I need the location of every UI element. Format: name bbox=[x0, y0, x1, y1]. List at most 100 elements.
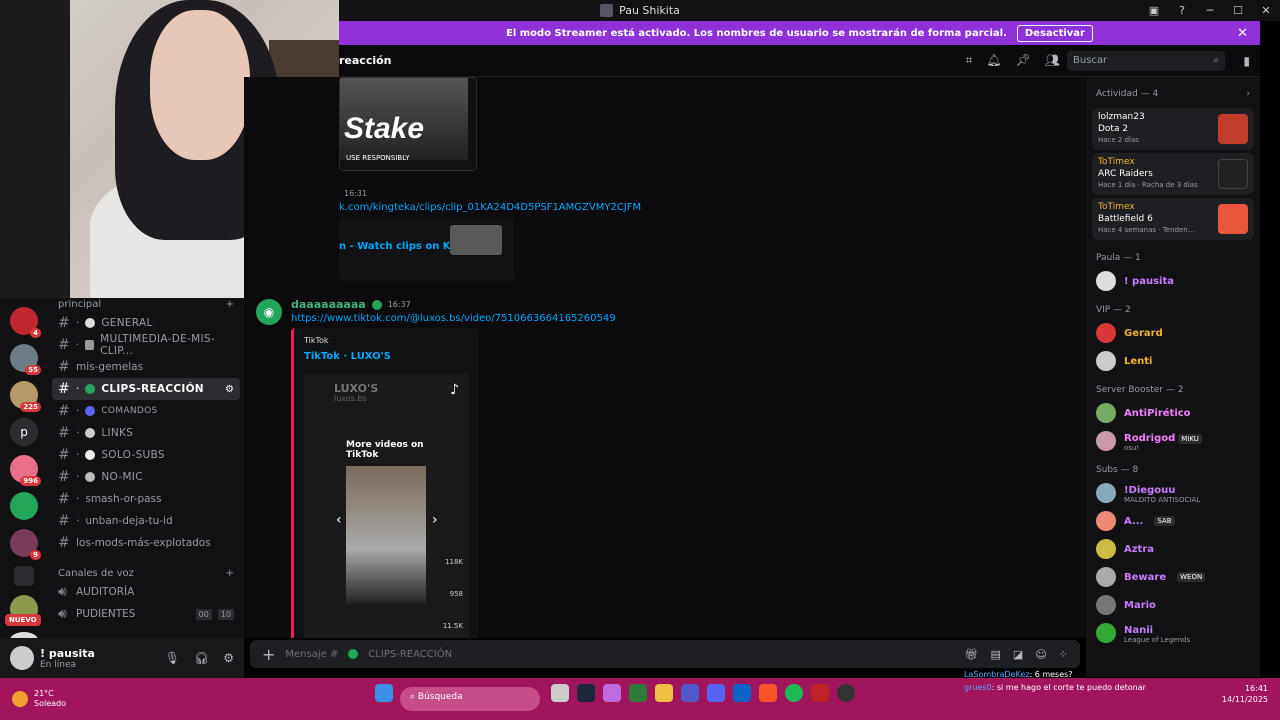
member-item[interactable]: ! pausita bbox=[1086, 267, 1260, 295]
embed-title[interactable]: TikTok · LUXO'S bbox=[304, 351, 391, 362]
headphones-icon[interactable]: 🎧︎ bbox=[194, 651, 209, 665]
thumbnail[interactable] bbox=[450, 225, 502, 255]
close-icon[interactable]: ✕ bbox=[1237, 26, 1248, 41]
message-input[interactable]: + Mensaje # CLIPS-REACCIÓN 🎁︎ ▤ ◪ ☺ ⁘ bbox=[250, 640, 1080, 668]
pin-icon[interactable]: 📌︎ bbox=[1016, 53, 1031, 68]
close-window-button[interactable]: ✕ bbox=[1252, 4, 1280, 17]
avatar[interactable] bbox=[10, 646, 34, 670]
server-icon[interactable]: 9 bbox=[10, 529, 41, 560]
discord-icon[interactable] bbox=[707, 684, 725, 702]
inbox-icon[interactable]: ▮ bbox=[1243, 54, 1250, 68]
member-item[interactable]: AntiPirético bbox=[1086, 399, 1260, 427]
voice-channel-auditoria[interactable]: 🔊︎ AUDITORÍA bbox=[52, 581, 240, 603]
server-letter-icon[interactable]: p bbox=[10, 418, 38, 446]
channel-no-mic[interactable]: # · NO-MIC bbox=[52, 466, 240, 488]
server-icon[interactable]: 996 bbox=[10, 455, 41, 486]
channel-mis-gemelas[interactable]: # mis-gemelas bbox=[52, 356, 240, 378]
member-item[interactable]: Gerard bbox=[1086, 319, 1260, 347]
channel-title: reacción bbox=[339, 54, 392, 67]
plus-icon[interactable]: + bbox=[262, 645, 275, 664]
prev-arrow-icon[interactable]: ‹ bbox=[336, 512, 342, 528]
spotify-icon[interactable] bbox=[785, 684, 803, 702]
weather-widget[interactable]: 21°C Soleado bbox=[12, 689, 66, 709]
channel-multimedia[interactable]: # · MULTIMEDIA-DE-MIS-CLIP... bbox=[52, 333, 240, 357]
channel-clips-reaccion[interactable]: # · CLIPS-REACCIÓN ⚙ bbox=[52, 378, 240, 400]
server-icon[interactable]: 225 bbox=[10, 381, 41, 412]
channel-unban[interactable]: # · unban-deja-tu-id bbox=[52, 510, 240, 532]
obs-icon[interactable] bbox=[811, 684, 829, 702]
server-list: 4 55 225 p 996 9 17 NUEVO bbox=[0, 298, 48, 648]
activity-card[interactable]: ToTimex ARC Raiders Hace 1 día · Racha d… bbox=[1092, 153, 1254, 195]
member-item[interactable]: Beware WEON bbox=[1086, 563, 1260, 591]
record-icon[interactable] bbox=[837, 684, 855, 702]
app-icon bbox=[600, 4, 614, 17]
activity-card[interactable]: ToTimex Battlefield 6 Hace 4 semanas · T… bbox=[1092, 198, 1254, 240]
member-item[interactable]: Aztra bbox=[1086, 535, 1260, 563]
voice-channel-pudientes[interactable]: 🔊︎ PUDIENTES 00 10 bbox=[52, 603, 240, 625]
steam-icon[interactable] bbox=[577, 684, 595, 702]
member-item[interactable]: Lenti bbox=[1086, 347, 1260, 375]
channel-header: reacción ⌗ 🔔︎ 📌︎ 👥︎ Buscar ⌕ ▮ bbox=[339, 45, 1260, 77]
tiktok-embed: TikTok TikTok · LUXO'S LUXO'S luxos.bs ♪… bbox=[291, 328, 478, 638]
member-item[interactable]: Nanii League of Legends bbox=[1086, 619, 1260, 647]
search-input[interactable]: Buscar ⌕ bbox=[1067, 51, 1225, 71]
gear-icon[interactable]: ⚙ bbox=[223, 651, 234, 665]
next-arrow-icon[interactable]: › bbox=[432, 512, 438, 528]
kick-embed[interactable]: n - Watch clips on Kick bbox=[339, 217, 514, 281]
category-voice[interactable]: Canales de voz + bbox=[48, 566, 244, 581]
minecraft-icon[interactable] bbox=[629, 684, 647, 702]
channel-smash-or-pass[interactable]: # · smash-or-pass bbox=[52, 488, 240, 510]
threads-icon[interactable]: ⌗ bbox=[966, 53, 973, 68]
game-art bbox=[1218, 204, 1248, 234]
member-item[interactable]: Rodrigod MIKU osu! bbox=[1086, 427, 1260, 455]
server-icon[interactable]: 4 bbox=[10, 307, 41, 338]
taskbar-apps bbox=[375, 684, 855, 702]
member-item[interactable]: !Diegouu MALDITO ANTISOCIAL bbox=[1086, 479, 1260, 507]
search-icon: ⌕ bbox=[1213, 55, 1219, 66]
channel-los-mods[interactable]: # los-mods-más-explotados bbox=[52, 532, 240, 554]
help-icon[interactable]: ? bbox=[1168, 4, 1196, 17]
apps-icon[interactable]: ⁘ bbox=[1059, 648, 1068, 661]
minimize-button[interactable]: ─ bbox=[1196, 4, 1224, 17]
disable-streamer-button[interactable]: Desactivar bbox=[1016, 24, 1093, 42]
gif-icon[interactable]: ▤ bbox=[991, 648, 1001, 661]
maximize-button[interactable]: ☐ bbox=[1224, 4, 1252, 17]
category-principal[interactable]: principal + bbox=[48, 298, 244, 312]
message-author[interactable]: daaaaaaaaa 16:37 bbox=[291, 298, 411, 311]
server-icon[interactable]: 55 bbox=[10, 344, 41, 375]
copilot-icon[interactable] bbox=[603, 684, 621, 702]
bell-icon[interactable]: 🔔︎ bbox=[986, 53, 1001, 68]
task-view-icon[interactable] bbox=[551, 684, 569, 702]
windows-start-icon[interactable] bbox=[375, 684, 393, 702]
channel-links[interactable]: # · LINKS bbox=[52, 422, 240, 444]
stream-chat-overlay: LaSombraDeKez: 6 meses? grues0: si me ha… bbox=[964, 670, 1146, 692]
outlook-icon[interactable] bbox=[733, 684, 751, 702]
streamer-mode-bar: El modo Streamer está activado. Los nomb… bbox=[339, 21, 1260, 45]
settings-icon[interactable]: ⚙ bbox=[225, 384, 234, 395]
microphone-icon[interactable]: 🎙︎ bbox=[165, 651, 180, 665]
brave-icon[interactable] bbox=[759, 684, 777, 702]
message-link[interactable]: k.com/kingteka/clips/clip_01KA24D4D5PSF1… bbox=[339, 202, 641, 213]
gift-icon[interactable]: 🎁︎ bbox=[965, 648, 979, 661]
tiktok-link[interactable]: https://www.tiktok.com/@luxos.bs/video/7… bbox=[291, 313, 616, 324]
teams-icon[interactable] bbox=[681, 684, 699, 702]
system-clock[interactable]: 16:41 14/11/2025 bbox=[1222, 683, 1268, 705]
members-icon[interactable]: 👥︎ bbox=[1045, 53, 1060, 68]
sticker-icon[interactable]: ◪ bbox=[1013, 648, 1023, 661]
activity-header[interactable]: Actividad — 4 › bbox=[1086, 77, 1260, 105]
folder-icon[interactable] bbox=[655, 684, 673, 702]
minecraft-server-icon[interactable] bbox=[10, 492, 38, 520]
image-embed[interactable]: Stake USE RESPONSIBLY bbox=[339, 77, 477, 171]
inbox-icon[interactable]: ▣ bbox=[1140, 4, 1168, 17]
channel-general[interactable]: # · GENERAL bbox=[52, 312, 240, 334]
member-item[interactable]: Mario bbox=[1086, 591, 1260, 619]
video-thumbnail[interactable] bbox=[346, 466, 426, 604]
emoji-icon[interactable]: ☺ bbox=[1035, 648, 1046, 661]
activity-card[interactable]: lolzman23 Dota 2 Hace 2 días bbox=[1092, 108, 1254, 150]
discord-avatar[interactable]: ◉ bbox=[256, 299, 282, 325]
channel-solo-subs[interactable]: # · SOLO-SUBS bbox=[52, 444, 240, 466]
member-item[interactable]: A... SAB bbox=[1086, 507, 1260, 535]
channel-comandos[interactable]: # · COMANDOS bbox=[52, 400, 240, 422]
video-player[interactable]: LUXO'S luxos.bs ♪ More videos on TikTok … bbox=[304, 374, 469, 638]
folder-icon[interactable] bbox=[14, 566, 34, 586]
